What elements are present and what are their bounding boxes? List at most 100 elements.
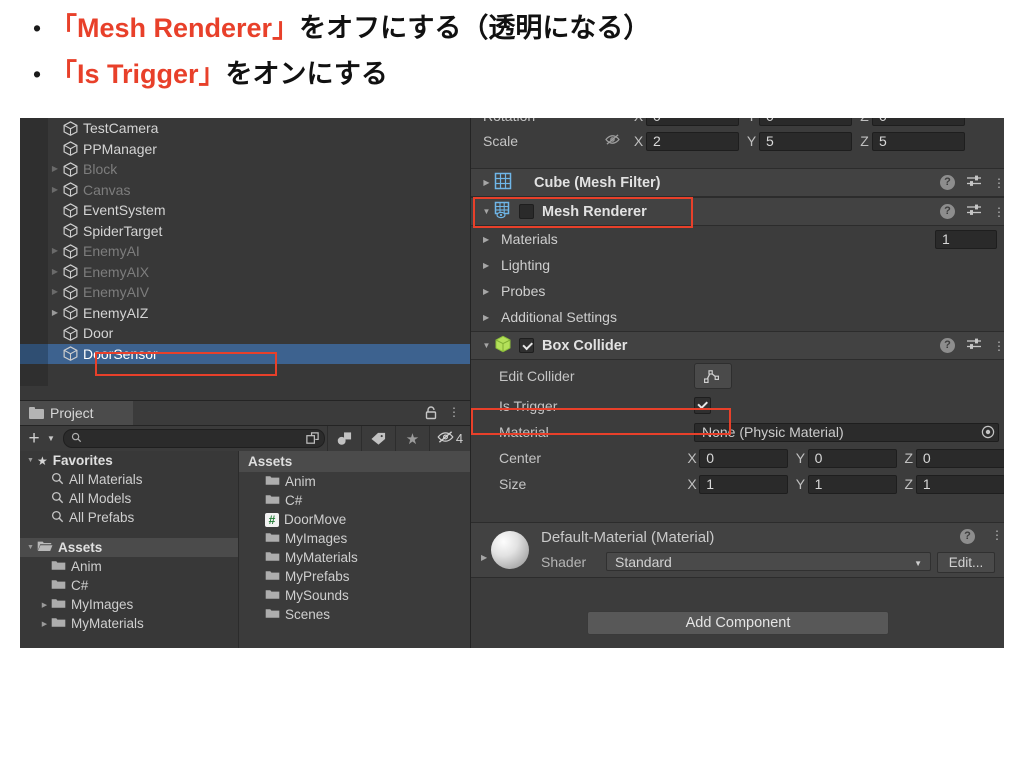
tab-project[interactable]: Project: [20, 401, 133, 425]
rotation-z-field[interactable]: 0: [872, 118, 965, 126]
help-icon[interactable]: ?: [940, 338, 955, 353]
project-tree-item-mymaterials[interactable]: ▶ MyMaterials: [20, 614, 238, 633]
add-asset-button[interactable]: +: [23, 428, 45, 450]
hierarchy-item-block[interactable]: ▶ Block: [20, 159, 470, 180]
favorites-filter-button[interactable]: ★: [395, 426, 429, 451]
asset-item-myimages[interactable]: MyImages: [239, 529, 470, 548]
disclosure-triangle-icon[interactable]: ▼: [24, 544, 37, 551]
object-picker-icon[interactable]: [981, 425, 995, 442]
size-y-field[interactable]: 1: [807, 474, 897, 494]
project-tree-item-c-[interactable]: ▶ C#: [20, 576, 238, 595]
preset-icon[interactable]: [966, 337, 982, 354]
material-preview-block[interactable]: Default-Material (Material) ▶ Shader Sta…: [471, 522, 1004, 579]
hierarchy-item-doorsensor[interactable]: ▶ DoorSensor: [20, 343, 470, 364]
project-tree-item-favorites[interactable]: ▼ ★ Favorites: [20, 451, 238, 470]
material-menu-kebab-icon[interactable]: ⋮: [991, 529, 1003, 541]
is-trigger-checkbox[interactable]: [694, 397, 711, 414]
scale-z-field[interactable]: 5: [872, 131, 965, 151]
hierarchy-item-ppmanager[interactable]: ▶ PPManager: [20, 139, 470, 160]
center-y-field[interactable]: 0: [807, 448, 897, 468]
hierarchy-item-testcamera[interactable]: ▶ TestCamera: [20, 118, 470, 139]
chevron-down-icon[interactable]: ▼: [45, 434, 57, 443]
is-trigger-row[interactable]: Is Trigger: [471, 392, 1004, 419]
chevron-right-icon[interactable]: ▶: [48, 185, 62, 194]
asset-item-mysounds[interactable]: MySounds: [239, 586, 470, 605]
hierarchy-panel[interactable]: ▶ TestCamera ▶ PPManager ▶ Block ▶ Canvas ▶ Event…: [20, 118, 470, 386]
project-panel[interactable]: Project ⋮ + ▼ ★ 4 ▼ ★ Favorites All Mate…: [20, 400, 470, 648]
chevron-right-icon[interactable]: ▶: [483, 235, 497, 244]
collider-material-row[interactable]: Material None (Physic Material): [471, 419, 1004, 445]
component-header-box-collider[interactable]: ▼ Box Collider ? ⋮: [471, 331, 1004, 360]
chevron-right-icon[interactable]: ▶: [48, 247, 62, 255]
component-menu-kebab-icon[interactable]: ⋮: [993, 177, 1004, 189]
transform-rotation-row[interactable]: Rotation X 0 Y 0 Z 0: [471, 118, 1004, 128]
chevron-right-icon[interactable]: ▶: [483, 261, 497, 270]
shader-dropdown[interactable]: Standard ▼: [606, 552, 931, 571]
chevron-right-icon[interactable]: ▶: [483, 313, 497, 322]
foldout-probes[interactable]: ▶ Probes: [471, 278, 1004, 304]
component-header-mesh-filter[interactable]: ▶ Cube (Mesh Filter) ? ⋮: [471, 168, 1004, 197]
collider-center-row[interactable]: Center X 0 Y 0 Z 0: [471, 445, 1004, 471]
materials-size-field[interactable]: 1: [935, 229, 997, 249]
preset-icon[interactable]: [966, 203, 982, 220]
project-tree-item-all-materials[interactable]: ▶ All Materials: [20, 470, 238, 489]
chevron-down-icon[interactable]: ▼: [479, 341, 494, 350]
project-tree-item-all-models[interactable]: ▶ All Models: [20, 489, 238, 508]
box-collider-enabled-checkbox[interactable]: [519, 338, 534, 353]
collider-size-row[interactable]: Size X 1 Y 1 Z 1: [471, 471, 1004, 497]
foldout-materials[interactable]: ▶ Materials 1: [471, 226, 1004, 252]
asset-item-scenes[interactable]: Scenes: [239, 605, 470, 624]
edit-collider-button[interactable]: [694, 363, 732, 389]
search-input[interactable]: [82, 431, 294, 446]
hierarchy-item-eventsystem[interactable]: ▶ EventSystem: [20, 200, 470, 221]
asset-item-doormove[interactable]: # DoorMove: [239, 510, 470, 529]
project-assets-list[interactable]: Assets Anim C# # DoorMove MyImages MyMaterial…: [239, 451, 470, 648]
center-z-field[interactable]: 0: [915, 448, 1004, 468]
search-input-wrapper[interactable]: [63, 429, 325, 448]
hidden-packages-toggle[interactable]: 4: [429, 426, 470, 451]
hierarchy-item-door[interactable]: ▶ Door: [20, 323, 470, 344]
scale-y-field[interactable]: 5: [759, 131, 852, 151]
chevron-right-icon[interactable]: ▶: [48, 267, 62, 276]
asset-item-c-[interactable]: C#: [239, 491, 470, 510]
project-menu-kebab-icon[interactable]: ⋮: [448, 405, 460, 420]
disclosure-triangle-icon[interactable]: ▼: [24, 457, 37, 464]
mesh-renderer-enabled-checkbox[interactable]: [519, 204, 534, 219]
chevron-right-icon[interactable]: ▶: [48, 288, 62, 296]
component-menu-kebab-icon[interactable]: ⋮: [993, 206, 1004, 218]
help-icon[interactable]: ?: [940, 175, 955, 190]
disclosure-triangle-icon[interactable]: ▶: [38, 620, 51, 628]
transform-scale-row[interactable]: Scale X 2 Y 5 Z 5: [471, 128, 1004, 154]
search-expand-icon[interactable]: [305, 431, 320, 449]
center-x-field[interactable]: 0: [699, 448, 789, 468]
constrain-proportions-icon[interactable]: [593, 133, 631, 149]
hierarchy-item-enemyai[interactable]: ▶ EnemyAI: [20, 241, 470, 262]
component-header-mesh-renderer[interactable]: ▼ Mesh Renderer ? ⋮: [471, 197, 1004, 226]
shader-edit-button[interactable]: Edit...: [937, 552, 995, 573]
hierarchy-item-spidertarget[interactable]: ▶ SpiderTarget: [20, 221, 470, 242]
asset-item-myprefabs[interactable]: MyPrefabs: [239, 567, 470, 586]
project-tree-item-anim[interactable]: ▶ Anim: [20, 557, 238, 576]
chevron-right-icon[interactable]: ▶: [479, 178, 494, 187]
chevron-down-icon[interactable]: ▼: [479, 207, 494, 216]
asset-item-mymaterials[interactable]: MyMaterials: [239, 548, 470, 567]
project-tree-item-all-prefabs[interactable]: ▶ All Prefabs: [20, 508, 238, 527]
filter-by-type-button[interactable]: [327, 426, 361, 451]
size-x-field[interactable]: 1: [699, 474, 789, 494]
hierarchy-item-enemyaix[interactable]: ▶ EnemyAIX: [20, 262, 470, 283]
scale-x-field[interactable]: 2: [646, 131, 739, 151]
help-icon[interactable]: ?: [940, 204, 955, 219]
project-tree[interactable]: ▼★Favorites▶All Materials▶All Models▶All…: [20, 451, 239, 648]
help-icon[interactable]: ?: [960, 529, 975, 544]
hierarchy-item-enemyaiv[interactable]: ▶ EnemyAIV: [20, 282, 470, 303]
asset-item-anim[interactable]: Anim: [239, 472, 470, 491]
hierarchy-item-enemyaiz[interactable]: ▶ EnemyAIZ: [20, 303, 470, 324]
chevron-right-icon[interactable]: ▶: [483, 287, 497, 296]
preset-icon[interactable]: [966, 174, 982, 191]
size-z-field[interactable]: 1: [915, 474, 1004, 494]
chevron-right-icon[interactable]: ▶: [481, 553, 487, 562]
hierarchy-item-canvas[interactable]: ▶ Canvas: [20, 180, 470, 201]
collider-material-field[interactable]: None (Physic Material): [694, 422, 999, 442]
rotation-y-field[interactable]: 0: [759, 118, 852, 126]
lock-icon[interactable]: [424, 405, 438, 420]
